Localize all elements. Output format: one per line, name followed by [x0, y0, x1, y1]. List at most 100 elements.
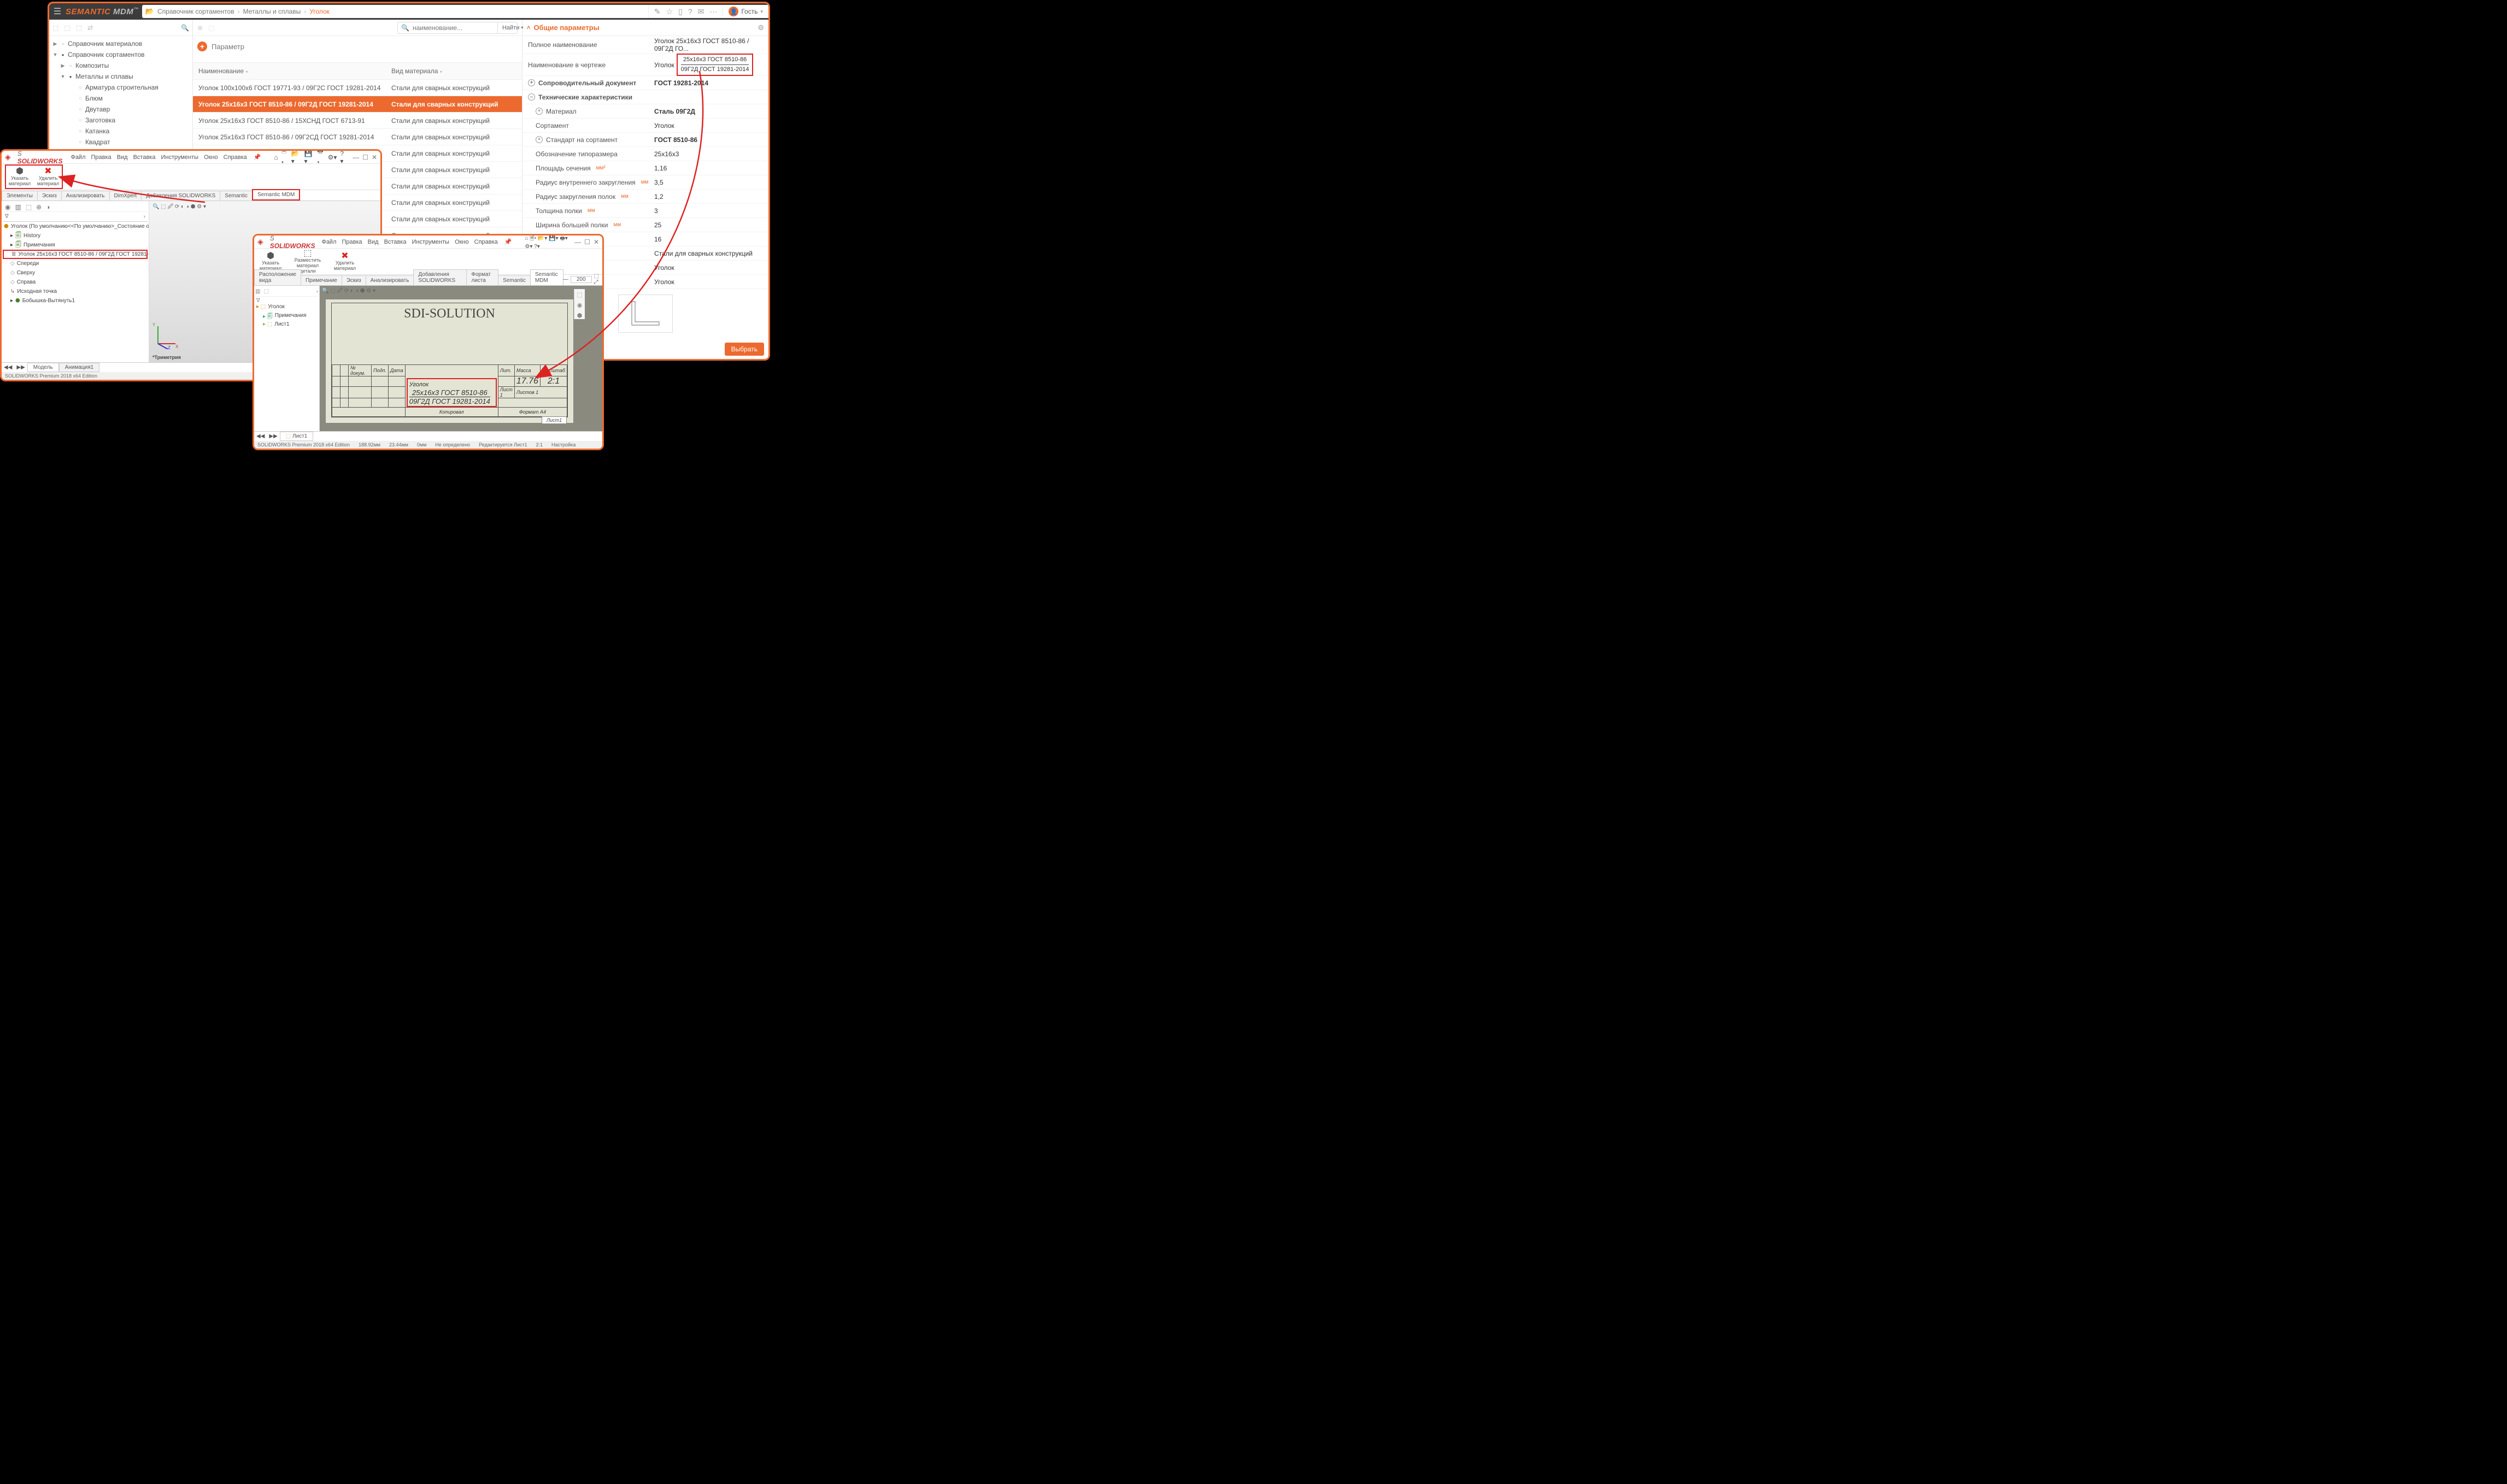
pin-icon[interactable]: 📌: [504, 238, 512, 245]
feature-tree[interactable]: ◉ ▥ ⬚ ⊕ ◑ ∇ › ⬣ Уголок (По умолчанию<<По умол…: [2, 201, 149, 362]
tree-leaf[interactable]: ○Арматура строительная: [49, 82, 192, 93]
save-icon[interactable]: 💾▾: [304, 150, 314, 165]
menu-item[interactable]: Справка: [474, 239, 498, 245]
tree-item[interactable]: ▸🗐Примечания: [3, 240, 148, 250]
tab[interactable]: Расположение вида: [254, 269, 301, 285]
tree-leaf[interactable]: ○Блюм: [49, 93, 192, 104]
tab[interactable]: Эскиз: [37, 191, 62, 201]
tool-icon[interactable]: ◉: [577, 302, 583, 309]
tab-semantic-mdm[interactable]: Semantic MDM: [530, 269, 563, 285]
home-icon[interactable]: ⌂: [274, 154, 278, 161]
menu-item[interactable]: Файл: [71, 154, 85, 161]
tree-root[interactable]: ▸ ⬚Уголок: [256, 304, 317, 313]
tree-node[interactable]: ▶○Композиты: [49, 60, 192, 71]
tree-node[interactable]: ▼●Металлы и сплавы: [49, 71, 192, 82]
menu-item[interactable]: Вид: [368, 239, 379, 245]
tab-nav-icon[interactable]: ▶▶: [267, 433, 279, 439]
more-icon[interactable]: ⋯: [709, 7, 717, 16]
menu-item[interactable]: Вставка: [133, 154, 156, 161]
tool-icon[interactable]: ⬚: [76, 24, 82, 32]
filter-icon[interactable]: ∇: [256, 298, 317, 304]
menu-item[interactable]: Правка: [91, 154, 111, 161]
tool-icon[interactable]: ⬚: [52, 24, 58, 32]
ribbon-delete-material[interactable]: ✖Удалить материал: [332, 251, 358, 272]
mail-icon[interactable]: ✉: [698, 7, 704, 16]
tree-leaf[interactable]: ○Двутавр: [49, 104, 192, 115]
table-row[interactable]: Уголок 25x16x3 ГОСТ 8510-86 / 15ХСНД ГОС…: [193, 113, 522, 129]
tree-leaf[interactable]: ○Квадрат: [49, 137, 192, 148]
tab[interactable]: Анализировать: [366, 275, 414, 285]
menu-item[interactable]: Файл: [321, 239, 336, 245]
bottom-tab[interactable]: ⬚ Лист1: [280, 432, 314, 441]
tree-root[interactable]: ⬣ Уголок (По умолчанию<<По умолчанию>_Со…: [3, 222, 148, 231]
tab[interactable]: Semantic: [498, 275, 531, 285]
tab[interactable]: Добавления SOLIDWORKS: [141, 191, 220, 201]
search-icon[interactable]: 🔍: [181, 24, 189, 32]
bottom-tab[interactable]: Модель: [27, 363, 59, 372]
menu-item[interactable]: Вставка: [384, 239, 407, 245]
props-title[interactable]: ˄ Общие параметры ⚙: [522, 20, 768, 36]
tab-nav-icon[interactable]: ◀◀: [2, 364, 14, 370]
bottom-tab[interactable]: Анимация1: [59, 363, 100, 372]
tab-icon[interactable]: ▥: [255, 288, 260, 295]
breadcrumb-item[interactable]: Металлы и сплавы: [243, 8, 301, 15]
tree-item[interactable]: ▸🗐History: [3, 231, 148, 240]
select-button[interactable]: Выбрать: [725, 343, 764, 356]
tab[interactable]: Формат листа: [466, 269, 498, 285]
gear-icon[interactable]: ⚙: [758, 23, 764, 32]
new-icon[interactable]: 🗎▾: [281, 149, 288, 169]
filter-icon[interactable]: ∇: [5, 214, 9, 220]
ribbon-set-material[interactable]: ⬢Указать материал: [257, 251, 284, 272]
edit-icon[interactable]: ✎: [654, 7, 661, 16]
tree-node[interactable]: ▶○Справочник материалов: [49, 38, 192, 49]
close-icon[interactable]: ✕: [372, 154, 377, 161]
tree-item[interactable]: ↳Исходная точка: [3, 287, 148, 296]
prop-section[interactable]: +Сопроводительный документ ГОСТ 19281-20…: [522, 76, 768, 90]
menu-item[interactable]: Справка: [224, 154, 247, 161]
column-header[interactable]: Наименование ▾: [193, 67, 387, 75]
more-icon[interactable]: ›: [144, 214, 145, 220]
user-menu[interactable]: 👤 Гость ▾: [729, 7, 763, 16]
table-row[interactable]: Уголок 100x100x6 ГОСТ 19771-93 / 09Г2С Г…: [193, 80, 522, 96]
tab-icon[interactable]: ◑: [46, 203, 50, 211]
menu-item[interactable]: Окно: [204, 154, 218, 161]
table-row[interactable]: Уголок 25x16x3 ГОСТ 8510-86 / 09Г2СД ГОС…: [193, 129, 522, 145]
tab-nav-icon[interactable]: ▶▶: [14, 364, 27, 370]
menu-item[interactable]: Инструменты: [161, 154, 198, 161]
add-icon[interactable]: +: [197, 42, 207, 51]
tree-item[interactable]: ◇Сверху: [3, 268, 148, 278]
table-row[interactable]: Уголок 25x16x3 ГОСТ 8510-86 / 09Г2Д ГОСТ…: [193, 96, 522, 113]
help-icon[interactable]: ?▾: [340, 150, 346, 165]
maximize-icon[interactable]: ☐: [362, 154, 368, 161]
tool-icon[interactable]: ⬚: [208, 24, 214, 32]
options-icon[interactable]: ⚙▾: [328, 154, 337, 161]
column-header[interactable]: Вид материала ▾: [387, 67, 522, 75]
tree-item-material[interactable]: ≣Уголок 25x16x3 ГОСТ 8510-86 / 09Г2Д ГОС…: [3, 250, 148, 259]
hamburger-icon[interactable]: ☰: [49, 6, 66, 17]
drawing-tree[interactable]: ▥⬚› ∇ ▸ ⬚Уголок ▸ 🗐Примечания ▸ ⬚Лист1: [254, 286, 320, 431]
tree-item[interactable]: ◇Справа: [3, 278, 148, 287]
tab[interactable]: Эскиз: [342, 275, 366, 285]
menu-item[interactable]: Инструменты: [412, 239, 449, 245]
minimize-icon[interactable]: —: [353, 154, 359, 161]
star-icon[interactable]: ☆: [666, 7, 673, 16]
print-icon[interactable]: 🖶▾: [317, 149, 324, 169]
tab-icon[interactable]: ⊕: [36, 203, 42, 211]
tab[interactable]: Элементы: [2, 191, 38, 201]
tool-icon[interactable]: ⬢: [577, 312, 583, 319]
tab-icon[interactable]: ◉: [5, 203, 10, 211]
maximize-icon[interactable]: ☐: [584, 238, 590, 246]
tab-icon[interactable]: ⬚: [26, 203, 32, 211]
tab[interactable]: Semantic: [220, 191, 253, 201]
tab-nav-icon[interactable]: ◀◀: [254, 433, 267, 439]
menu-item[interactable]: Окно: [455, 239, 469, 245]
book-icon[interactable]: ▯: [678, 7, 683, 16]
tree-item[interactable]: ◇Спереди: [3, 259, 148, 268]
tree-item[interactable]: ▸ ⬚Лист1: [256, 321, 317, 330]
close-icon[interactable]: ✕: [594, 238, 599, 246]
menu-item[interactable]: Вид: [117, 154, 128, 161]
tab-icon[interactable]: ▥: [15, 203, 21, 211]
tab[interactable]: Анализировать: [61, 191, 110, 201]
open-icon[interactable]: 📂▾: [291, 150, 301, 165]
minimize-icon[interactable]: —: [574, 238, 581, 246]
